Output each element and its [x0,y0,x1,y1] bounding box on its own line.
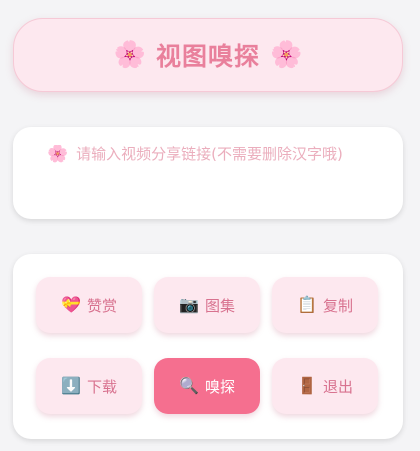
download-button-label: 下载 [86,377,117,396]
sniff-button-label: 嗅探 [204,377,235,396]
action-buttons-panel: 💝 赞赏 📷 图集 📋 复制 ⬇️ 下载 🔍 嗅探 🚪 退出 [13,254,403,439]
heart-gift-icon: 💝 [61,295,81,314]
reward-button-label: 赞赏 [86,296,117,315]
copy-button[interactable]: 📋 复制 [272,277,378,333]
reward-button[interactable]: 💝 赞赏 [36,277,142,333]
gallery-button[interactable]: 📷 图集 [154,277,260,333]
download-arrow-icon: ⬇️ [61,376,81,395]
flower-icon: 🌸 [47,145,69,163]
download-button[interactable]: ⬇️ 下载 [36,358,142,414]
clipboard-icon: 📋 [297,295,317,314]
sniff-button[interactable]: 🔍 嗅探 [154,358,260,414]
title-banner: 🌸 视图嗅探 🌸 [13,18,403,92]
flower-icon: 🌸 [270,40,303,70]
gallery-button-label: 图集 [204,296,235,315]
app-screen: 🌸 视图嗅探 🌸 🌸 💝 赞赏 📷 图集 📋 复制 ⬇️ 下载 🔍 嗅探 [0,0,420,451]
camera-icon: 📷 [179,295,199,314]
share-link-input[interactable] [76,145,377,163]
magnifier-icon: 🔍 [179,376,199,395]
exit-button[interactable]: 🚪 退出 [272,358,378,414]
link-input-card: 🌸 [13,127,403,219]
exit-button-label: 退出 [322,377,353,396]
flower-icon: 🌸 [113,40,146,70]
link-input-row: 🌸 [47,145,385,163]
page-title: 视图嗅探 [155,42,260,71]
copy-button-label: 复制 [322,296,353,315]
door-icon: 🚪 [297,376,317,395]
